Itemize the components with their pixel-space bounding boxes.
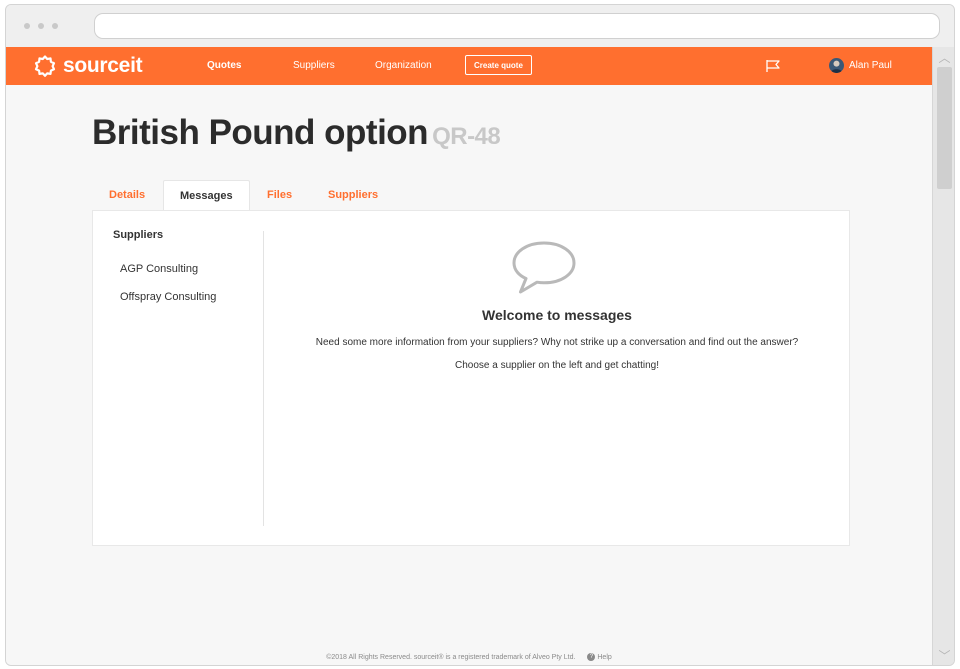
sidebar-divider: [263, 231, 264, 526]
nav-quotes[interactable]: Quotes: [207, 60, 241, 71]
nav-suppliers[interactable]: Suppliers: [293, 60, 335, 71]
tab-files[interactable]: Files: [267, 180, 292, 210]
copyright-text: ©2018 All Rights Reserved. sourceit® is …: [326, 653, 576, 661]
scroll-down-arrow[interactable]: ﹀: [933, 647, 954, 665]
user-avatar[interactable]: [829, 58, 844, 73]
welcome-title: Welcome to messages: [482, 307, 632, 323]
flag-icon[interactable]: [765, 59, 781, 73]
page-viewport: sourceit Quotes Suppliers Organization C…: [6, 47, 932, 665]
help-link[interactable]: Help: [597, 654, 611, 661]
user-name[interactable]: Alan Paul: [849, 60, 892, 71]
suppliers-heading: Suppliers: [113, 229, 164, 241]
scroll-thumb[interactable]: [937, 67, 952, 189]
welcome-instruction: Choose a supplier on the left and get ch…: [454, 360, 660, 371]
window-maximize-dot[interactable]: [52, 23, 58, 29]
window-minimize-dot[interactable]: [38, 23, 44, 29]
page-title: British Pound option QR-48: [92, 113, 501, 153]
footer: ©2018 All Rights Reserved. sourceit® is …: [6, 653, 932, 661]
browser-toolbar: [6, 5, 954, 47]
tab-suppliers[interactable]: Suppliers: [328, 180, 378, 210]
top-navbar: sourceit Quotes Suppliers Organization C…: [6, 47, 932, 85]
quote-code: QR-48: [432, 123, 501, 150]
supplier-item-offspray-consulting[interactable]: Offspray Consulting: [120, 291, 216, 303]
browser-window: sourceit Quotes Suppliers Organization C…: [5, 4, 955, 666]
messages-panel: Suppliers AGP Consulting Offspray Consul…: [92, 210, 850, 546]
create-quote-button[interactable]: Create quote: [465, 55, 532, 75]
logo-icon: [34, 55, 56, 77]
tab-messages[interactable]: Messages: [163, 180, 250, 211]
supplier-item-agp-consulting[interactable]: AGP Consulting: [120, 263, 198, 275]
logo-wordmark: sourceit: [63, 54, 143, 77]
quote-title: British Pound option: [92, 113, 429, 152]
address-bar[interactable]: [94, 13, 940, 39]
vertical-scrollbar[interactable]: ︿ ﹀: [932, 47, 954, 665]
nav-organization[interactable]: Organization: [375, 60, 432, 71]
avatar-icon: [830, 60, 843, 73]
window-close-dot[interactable]: [24, 23, 30, 29]
scroll-up-arrow[interactable]: ︿: [933, 49, 954, 67]
welcome-description: Need some more information from your sup…: [315, 337, 799, 348]
speech-bubble-icon: [512, 241, 576, 294]
tab-details[interactable]: Details: [109, 180, 145, 210]
help-icon[interactable]: ?: [587, 653, 596, 661]
sourceit-logo[interactable]: sourceit: [33, 53, 143, 79]
